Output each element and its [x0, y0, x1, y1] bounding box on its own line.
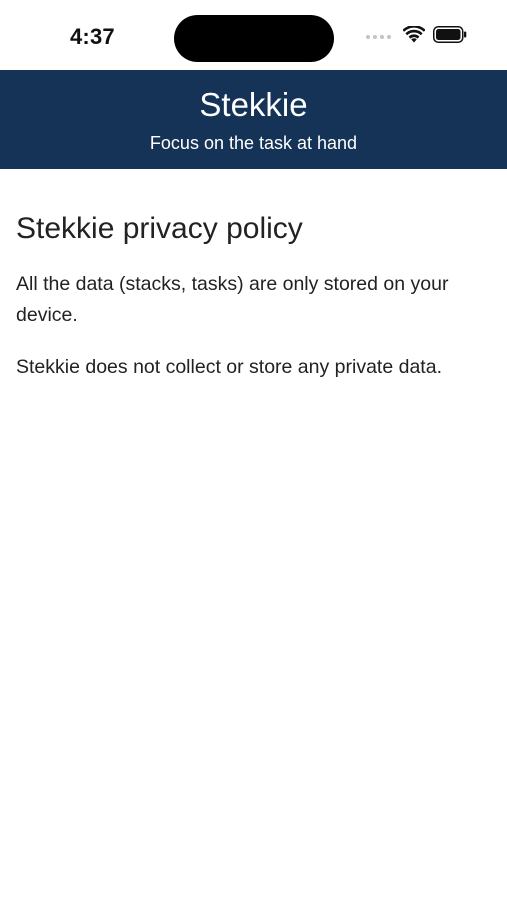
policy-paragraph-storage: All the data (stacks, tasks) are only st…	[16, 273, 449, 326]
page-title: Stekkie privacy policy	[16, 212, 303, 245]
wifi-icon	[402, 25, 426, 48]
app-screen: 4:37 Stekkie Focus on the task at hand S…	[0, 0, 507, 900]
cellular-signal-icon	[366, 35, 391, 39]
status-icons	[366, 25, 467, 48]
app-subtitle: Focus on the task at hand	[149, 133, 358, 153]
battery-icon	[433, 26, 467, 48]
status-time: 4:37	[70, 24, 115, 49]
app-header: Stekkie Focus on the task at hand	[0, 70, 507, 169]
app-title: Stekkie	[199, 86, 308, 123]
privacy-policy-content: Stekkie privacy policy All the data (sta…	[16, 169, 491, 383]
dynamic-island	[174, 15, 334, 62]
status-bar: 4:37	[0, 0, 507, 70]
policy-paragraph-collection: Stekkie does not collect or store any pr…	[16, 356, 442, 378]
